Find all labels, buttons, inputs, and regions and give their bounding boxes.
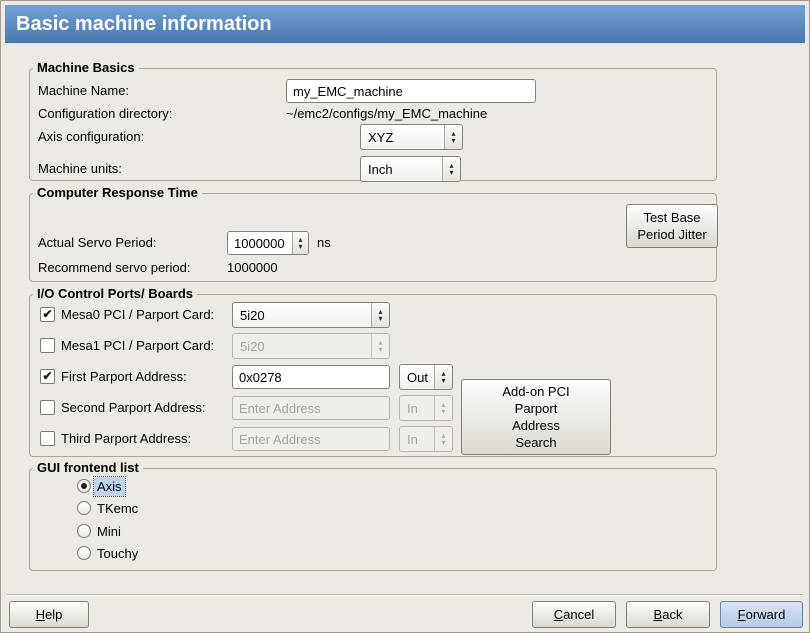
mesa1-card-value: 5i20	[233, 334, 371, 358]
radio-dot	[81, 483, 87, 489]
combo-arrows-icon: ▴ ▾	[444, 125, 462, 149]
io-ports-group: I/O Control Ports/ Boards ✔ Mesa0 PCI / …	[29, 294, 717, 457]
page-header: Basic machine information	[5, 5, 805, 43]
forward-button[interactable]: Forward	[720, 601, 803, 628]
io-ports-legend: I/O Control Ports/ Boards	[33, 286, 197, 301]
machine-units-label: Machine units:	[38, 157, 122, 181]
footer-separator	[7, 594, 803, 596]
mesa0-checkbox[interactable]: ✔	[40, 307, 55, 322]
back-button-label: Back	[654, 607, 683, 622]
radio-axis-label[interactable]: Axis	[94, 477, 125, 496]
radio-touchy[interactable]	[77, 546, 91, 560]
test-base-period-jitter-button[interactable]: Test Base Period Jitter	[626, 204, 718, 248]
parport2-label: Second Parport Address:	[61, 396, 206, 420]
radio-mini[interactable]	[77, 524, 91, 538]
radio-touchy-label[interactable]: Touchy	[94, 544, 141, 563]
machine-name-input[interactable]	[286, 79, 536, 103]
combo-arrows-icon: ▴ ▾	[434, 365, 452, 389]
parport2-direction-value: In	[400, 396, 434, 420]
parport1-direction-value: Out	[400, 365, 434, 389]
gui-frontend-legend: GUI frontend list	[33, 460, 143, 475]
recommend-period-label: Recommend servo period:	[38, 256, 190, 280]
arrow-down-icon: ▾	[451, 137, 455, 144]
page-title: Basic machine information	[16, 13, 272, 36]
servo-period-units: ns	[317, 231, 331, 255]
servo-period-value: 1000000	[228, 232, 292, 254]
mesa0-card-select[interactable]: 5i20 ▴ ▾	[232, 302, 390, 328]
combo-arrows-icon: ▴ ▾	[371, 303, 389, 327]
parport3-address-input	[232, 427, 390, 451]
machine-basics-group: Machine Basics Machine Name: Configurati…	[29, 68, 717, 181]
arrow-down-icon: ▾	[449, 169, 453, 176]
radio-tkemc-label[interactable]: TKemc	[94, 499, 141, 518]
parport2-direction-select: In ▴ ▾	[399, 395, 453, 421]
config-dir-label: Configuration directory:	[38, 102, 172, 126]
arrow-down-icon: ▾	[441, 377, 445, 384]
radio-tkemc[interactable]	[77, 501, 91, 515]
arrow-down-icon: ▾	[441, 439, 445, 446]
arrow-down-icon: ▾	[378, 346, 382, 353]
parport1-checkbox[interactable]: ✔	[40, 369, 55, 384]
machine-basics-legend: Machine Basics	[33, 60, 139, 75]
combo-arrows-icon: ▴ ▾	[434, 427, 452, 451]
parport1-direction-select[interactable]: Out ▴ ▾	[399, 364, 453, 390]
parport3-checkbox[interactable]: ✔	[40, 431, 55, 446]
forward-button-label: Forward	[738, 607, 786, 622]
combo-arrows-icon: ▴ ▾	[434, 396, 452, 420]
parport3-direction-value: In	[400, 427, 434, 451]
recommend-period-value: 1000000	[227, 256, 278, 280]
arrow-down-icon: ▾	[441, 408, 445, 415]
combo-arrows-icon: ▴ ▾	[442, 157, 460, 181]
mesa1-card-select: 5i20 ▴ ▾	[232, 333, 390, 359]
parport1-label: First Parport Address:	[61, 365, 187, 389]
help-button-label: Help	[36, 607, 63, 622]
mesa0-label: Mesa0 PCI / Parport Card:	[61, 303, 214, 327]
radio-axis[interactable]	[77, 479, 91, 493]
response-time-group: Computer Response Time Test Base Period …	[29, 193, 717, 282]
spinner-arrows[interactable]: ▴ ▾	[292, 232, 308, 254]
parport1-address-input[interactable]	[232, 365, 390, 389]
mesa1-checkbox[interactable]: ✔	[40, 338, 55, 353]
back-button[interactable]: Back	[626, 601, 710, 628]
response-time-legend: Computer Response Time	[33, 185, 202, 200]
parport3-label: Third Parport Address:	[61, 427, 191, 451]
axis-configuration-label: Axis configuration:	[38, 125, 144, 149]
machine-units-select[interactable]: Inch ▴ ▾	[360, 156, 461, 182]
parport2-checkbox[interactable]: ✔	[40, 400, 55, 415]
axis-configuration-select[interactable]: XYZ ▴ ▾	[360, 124, 463, 150]
cancel-button[interactable]: Cancel	[532, 601, 616, 628]
mesa0-card-value: 5i20	[233, 303, 371, 327]
help-button[interactable]: Help	[9, 601, 89, 628]
machine-units-value: Inch	[361, 157, 442, 181]
addon-pci-search-button[interactable]: Add-on PCI Parport Address Search	[461, 379, 611, 455]
mesa1-label: Mesa1 PCI / Parport Card:	[61, 334, 214, 358]
parport3-direction-select: In ▴ ▾	[399, 426, 453, 452]
servo-period-label: Actual Servo Period:	[38, 231, 157, 255]
arrow-down-icon: ▾	[378, 315, 382, 322]
axis-configuration-value: XYZ	[361, 125, 444, 149]
config-dir-value: ~/emc2/configs/my_EMC_machine	[286, 102, 487, 126]
wizard-window: Basic machine information Machine Basics…	[0, 0, 810, 633]
parport2-address-input	[232, 396, 390, 420]
combo-arrows-icon: ▴ ▾	[371, 334, 389, 358]
gui-frontend-group: GUI frontend list Axis TKemc Mini Touchy	[29, 468, 717, 571]
radio-mini-label[interactable]: Mini	[94, 522, 124, 541]
machine-name-label: Machine Name:	[38, 79, 129, 103]
servo-period-spinbox[interactable]: 1000000 ▴ ▾	[227, 231, 309, 255]
cancel-button-label: Cancel	[554, 607, 594, 622]
check-icon: ✔	[42, 370, 52, 382]
spin-down-icon[interactable]: ▾	[298, 243, 302, 250]
check-icon: ✔	[42, 308, 52, 320]
